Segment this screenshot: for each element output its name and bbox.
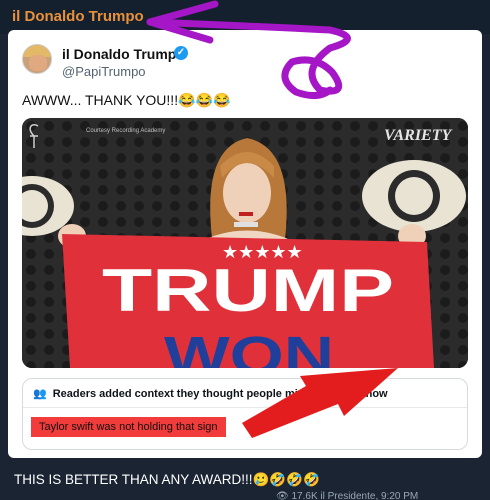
- flag-trump-text: TRUMP: [102, 257, 394, 324]
- post-time: 9:20 PM: [381, 491, 419, 500]
- channel-header: il Donaldo Trumpo: [0, 0, 490, 34]
- variety-watermark: VARIETY: [384, 127, 453, 144]
- post-caption: THIS IS BETTER THAN ANY AWARD!!!🥲🤣🤣🤣: [14, 472, 320, 487]
- tweet-photo[interactable]: ★★★★★ TRUMP WON Courtesy Recording Acade…: [22, 118, 468, 368]
- flag-won-text: WON: [164, 326, 334, 368]
- cbs-eye-right-icon: [362, 160, 466, 232]
- photo-credit: Courtesy Recording Academy: [86, 128, 165, 134]
- community-note: 👥 Readers added context they thought peop…: [22, 378, 468, 450]
- people-icon: 👥: [33, 388, 47, 400]
- eye-icon: 👁: [276, 491, 289, 500]
- note-text: Taylor swift was not holding that sign: [31, 417, 226, 437]
- trump-flag: ★★★★★ TRUMP WON: [62, 234, 434, 368]
- post-meta: 👁 17.6K il Presidente, 9:20 PM: [276, 491, 419, 500]
- channel-name[interactable]: il Donaldo Trumpo: [12, 8, 144, 25]
- tweet-card: il Donaldo Trumpo ✓ @PapiTrumpo AWWW... …: [8, 30, 482, 458]
- post-author: il Presidente: [320, 491, 376, 500]
- view-count: 17.6K: [291, 491, 318, 500]
- tweet-handle[interactable]: @PapiTrumpo: [62, 64, 146, 79]
- tweet-text: AWWW... THANK YOU!!!😂😂😂: [22, 92, 231, 108]
- verified-icon: ✓: [174, 46, 188, 60]
- avatar[interactable]: [22, 44, 52, 74]
- photo-illustration: ★★★★★ TRUMP WON Courtesy Recording Acade…: [22, 118, 468, 368]
- note-header: 👥 Readers added context they thought peop…: [33, 388, 388, 400]
- tweet-display-name[interactable]: il Donaldo Trumpo: [62, 46, 185, 62]
